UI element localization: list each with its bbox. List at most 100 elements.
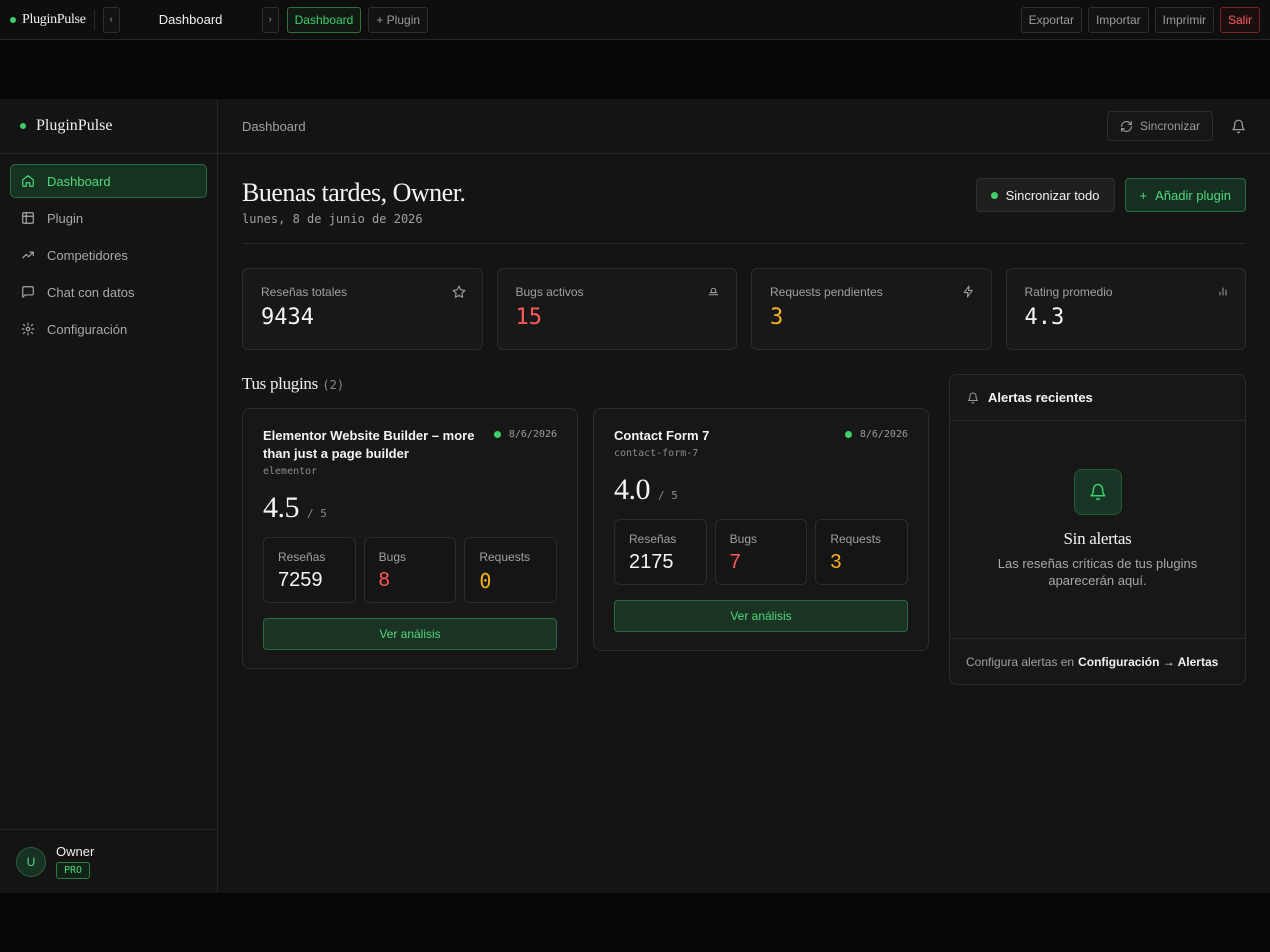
status-dot xyxy=(990,191,998,199)
user-name: Owner xyxy=(56,844,95,859)
toolbar-tab-add-plugin[interactable]: + Plugin xyxy=(368,6,429,33)
dashboard-content: Buenas tardes, Owner. lunes, 8 de junio … xyxy=(218,154,1270,685)
print-button[interactable]: Imprimir xyxy=(1154,6,1214,33)
home-icon xyxy=(22,175,34,187)
sidebar-item-plugin[interactable]: Plugin xyxy=(10,201,207,235)
sync-button[interactable]: Sincronizar xyxy=(1106,111,1213,141)
stat-label: Rating promedio xyxy=(1024,285,1113,299)
plugin-rating: 4.5 / 5 xyxy=(263,491,557,525)
plugins-section: Tus plugins (2) Elementor Website Builde… xyxy=(242,374,929,685)
toolbar-divider xyxy=(93,9,95,30)
sync-all-button[interactable]: Sincronizar todo xyxy=(975,178,1115,212)
sidebar-item-settings[interactable]: Configuración xyxy=(10,312,207,346)
status-dot xyxy=(20,123,26,129)
plugin-name: Elementor Website Builder – more than ju… xyxy=(263,428,475,461)
plugin-slug: elementor xyxy=(263,466,318,477)
view-analysis-button[interactable]: Ver análisis xyxy=(614,600,908,632)
stat-card-bugs: Bugs activos 15 xyxy=(496,268,737,350)
breadcrumb: Dashboard xyxy=(242,118,306,134)
current-date: lunes, 8 de junio de 2026 xyxy=(242,212,423,226)
refresh-icon xyxy=(1121,120,1132,132)
alerts-settings-link[interactable]: Configuración → Alertas xyxy=(1078,655,1218,669)
sidebar-item-chat[interactable]: Chat con datos xyxy=(10,275,207,309)
toolbar-brand: PluginPulse xyxy=(10,12,86,28)
stat-card-reviews: Reseñas totales 9434 xyxy=(242,268,483,350)
bell-icon xyxy=(1090,483,1105,501)
top-toolbar: PluginPulse ‹ Dashboard › Dashboard + Pl… xyxy=(0,0,1270,40)
stat-card-rating: Rating promedio 4.3 xyxy=(1005,268,1246,350)
plugin-date: 8/6/2026 xyxy=(508,429,557,440)
chat-icon xyxy=(22,286,34,298)
user-profile[interactable]: U Owner PRO xyxy=(0,829,217,893)
stat-label: Reseñas totales xyxy=(261,285,348,299)
mini-stat-label: Requests xyxy=(479,550,531,564)
plugin-slug: contact-form-7 xyxy=(614,448,699,459)
stat-label: Requests pendientes xyxy=(770,285,883,299)
export-button[interactable]: Exportar xyxy=(1020,6,1082,33)
table-icon xyxy=(22,212,34,224)
plugin-sync-date: 8/6/2026 xyxy=(844,429,908,440)
bug-icon xyxy=(708,287,719,296)
sidebar-item-dashboard[interactable]: Dashboard xyxy=(10,164,207,198)
stat-value: 4.3 xyxy=(1024,305,1065,330)
add-plugin-button[interactable]: + Añadir plugin xyxy=(1124,178,1246,212)
page-title: Buenas tardes, Owner. xyxy=(242,178,466,207)
mini-stat-label: Bugs xyxy=(378,550,407,564)
alerts-header: Alertas recientes xyxy=(950,375,1245,421)
mini-stat-bugs: Bugs 8 xyxy=(363,537,457,603)
mini-stat-value: 0 xyxy=(479,569,492,593)
notifications-button[interactable] xyxy=(1231,119,1246,134)
sidebar-item-label: Competidores xyxy=(47,247,128,263)
mini-stat-label: Reseñas xyxy=(278,550,326,564)
plugin-rating: 4.0 / 5 xyxy=(614,473,908,507)
toolbar-tab-dashboard[interactable]: Dashboard xyxy=(286,6,362,33)
mini-stat-value: 7259 xyxy=(278,569,323,591)
rating-max: / 5 xyxy=(307,507,327,520)
exit-button[interactable]: Salir xyxy=(1219,6,1260,33)
nav-back-button[interactable]: ‹ xyxy=(102,6,120,33)
sidebar-brand-label: PluginPulse xyxy=(36,117,113,134)
empty-bell-badge xyxy=(1073,469,1122,515)
stats-row: Reseñas totales 9434 Bugs activos 15 Req… xyxy=(242,268,1246,350)
alerts-empty-state: Sin alertas Las reseñas críticas de tus … xyxy=(950,421,1245,589)
plugin-sync-date: 8/6/2026 xyxy=(493,429,557,440)
plan-badge: PRO xyxy=(56,862,91,879)
sidebar-item-label: Dashboard xyxy=(47,173,111,189)
plugin-name: Contact Form 7 xyxy=(614,428,710,443)
bar-chart-icon xyxy=(1219,287,1227,296)
sidebar-brand: PluginPulse xyxy=(0,99,217,154)
plugin-card-elementor: Elementor Website Builder – more than ju… xyxy=(242,408,578,669)
greeting-row: Buenas tardes, Owner. lunes, 8 de junio … xyxy=(242,176,1246,244)
sidebar-item-label: Chat con datos xyxy=(47,284,135,300)
toolbar-brand-label: PluginPulse xyxy=(22,11,86,27)
rating-max: / 5 xyxy=(658,489,678,502)
stat-value: 3 xyxy=(770,305,784,330)
bell-icon xyxy=(1232,119,1245,133)
mini-stat-requests: Requests 0 xyxy=(464,537,558,603)
nav-forward-button[interactable]: › xyxy=(261,6,279,33)
mini-stat-reviews: Reseñas 7259 xyxy=(263,537,356,603)
plus-icon: + xyxy=(1139,187,1148,203)
plugin-date: 8/6/2026 xyxy=(859,429,908,440)
mini-stat-value: 8 xyxy=(378,569,390,591)
sidebar-item-competitors[interactable]: Competidores xyxy=(10,238,207,272)
view-analysis-button[interactable]: Ver análisis xyxy=(263,618,557,650)
stat-label: Bugs activos xyxy=(515,285,584,299)
bell-icon xyxy=(968,392,978,404)
import-button[interactable]: Importar xyxy=(1087,6,1149,33)
mini-stat-value: 3 xyxy=(830,551,842,573)
sync-all-label: Sincronizar todo xyxy=(1005,187,1100,203)
mini-stat-label: Requests xyxy=(830,532,882,546)
alerts-footer: Configura alertas en Configuración → Ale… xyxy=(950,638,1245,684)
sidebar-item-label: Configuración xyxy=(47,321,128,337)
mini-stat-label: Reseñas xyxy=(629,532,677,546)
mini-stat-reviews: Reseñas 2175 xyxy=(614,519,707,585)
add-plugin-label: Añadir plugin xyxy=(1155,187,1231,203)
sidebar: PluginPulse Dashboard Plugin Competidore… xyxy=(0,99,218,893)
sync-button-label: Sincronizar xyxy=(1139,119,1200,133)
status-dot xyxy=(493,431,501,438)
mini-stat-value: 7 xyxy=(729,551,741,573)
stat-value: 9434 xyxy=(261,305,314,330)
gear-icon xyxy=(21,322,35,336)
plugin-cards: Elementor Website Builder – more than ju… xyxy=(242,408,929,669)
